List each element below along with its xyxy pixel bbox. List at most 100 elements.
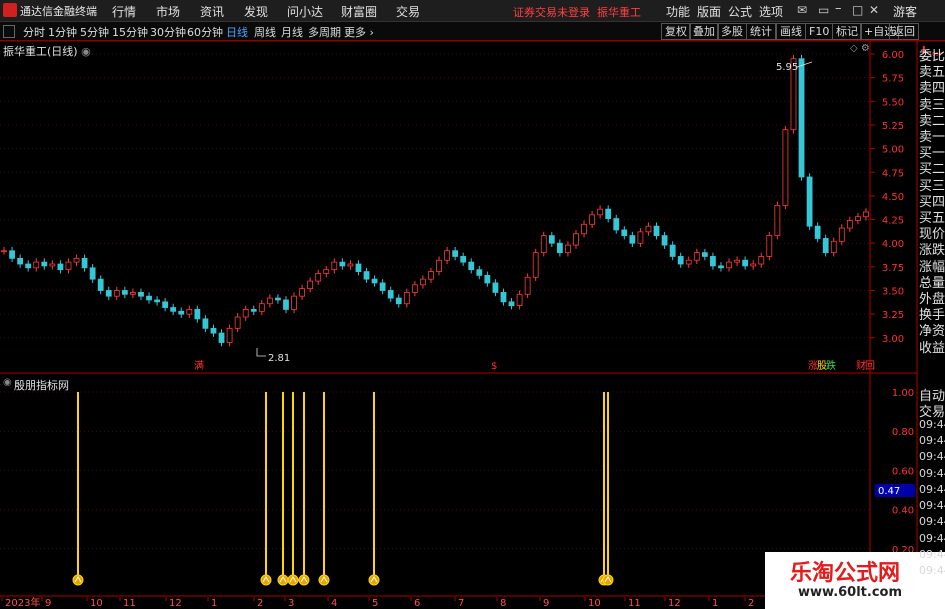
trade-time: 09:44: [919, 450, 945, 464]
candle-body: [65, 261, 72, 271]
candle-body: [9, 250, 15, 259]
menu-shichang[interactable]: 市场: [156, 3, 180, 20]
candle-body: [629, 235, 636, 244]
candle-body: [750, 263, 757, 267]
period-more[interactable]: 更多 ›: [344, 24, 374, 40]
huaxian-button[interactable]: 画线: [776, 23, 806, 40]
period-daily[interactable]: 日线: [226, 24, 248, 40]
candle-body: [154, 299, 160, 303]
toolbar-prev-icon[interactable]: [3, 25, 15, 38]
date-tick-label: 3: [288, 598, 294, 609]
price-tick-label: 5.00: [882, 145, 904, 156]
candle-body: [121, 290, 128, 295]
fuquan-button[interactable]: 复权: [661, 23, 691, 40]
candlestick-series: [1, 54, 869, 347]
period-15min[interactable]: 15分钟: [112, 24, 148, 40]
menu-zixun[interactable]: 资讯: [200, 3, 224, 20]
menu-caifuquan[interactable]: 财富圈: [341, 3, 377, 20]
indicator-tick-label: 0.40: [892, 506, 914, 517]
date-tick-label: 10: [588, 598, 601, 609]
minimize-icon[interactable]: ▭: [818, 3, 829, 17]
mail-icon[interactable]: ✉: [797, 3, 807, 17]
indicator-dropdown-icon[interactable]: ◉: [3, 377, 12, 388]
login-notice[interactable]: 证券交易未登录 振华重工: [513, 4, 641, 20]
candle-body: [701, 252, 708, 257]
candle-body: [452, 250, 459, 257]
candle-body: [548, 235, 555, 244]
candle-body: [89, 267, 96, 280]
period-5min[interactable]: 5分钟: [80, 24, 109, 40]
candle-body: [774, 204, 781, 237]
menu-hangqing[interactable]: 行情: [112, 3, 136, 20]
trade-time: 09:44: [919, 564, 945, 578]
menu-xuanxiang[interactable]: 选项: [759, 3, 783, 20]
candle-body: [347, 263, 354, 267]
candle-body: [57, 263, 64, 271]
menu-wenxiaoda[interactable]: 问小达: [287, 3, 323, 20]
candle-body: [718, 265, 724, 269]
user-label[interactable]: 游客: [893, 3, 917, 20]
trade-time: 09:44: [919, 499, 945, 513]
candle-body: [565, 244, 571, 254]
chart-options-icon[interactable]: ◇ ⚙: [850, 43, 870, 54]
biaoji-button[interactable]: 标记: [832, 23, 862, 40]
trade-time: 09:44: [919, 482, 945, 496]
date-tick-label: 1: [712, 598, 718, 609]
candle-body: [476, 269, 483, 276]
minimize-button[interactable]: –: [835, 1, 842, 16]
price-tick-label: 4.50: [882, 192, 904, 203]
candle-body: [49, 263, 56, 267]
event-marker: 回: [865, 360, 875, 372]
candle-body: [556, 242, 563, 254]
date-tick-label: 12: [668, 598, 681, 609]
candle-body: [693, 252, 700, 261]
candle-body: [258, 303, 265, 312]
candle-body: [266, 297, 273, 305]
candle-body: [186, 309, 193, 315]
candle-body: [81, 257, 88, 269]
date-tick-label: 12: [169, 598, 182, 609]
menu-banmian[interactable]: 版面: [697, 3, 721, 20]
indicator-axis: 1.000.800.600.400.20: [892, 388, 914, 556]
candle-body: [468, 261, 475, 271]
menu-gongshi[interactable]: 公式: [728, 3, 752, 20]
candle-body: [275, 297, 281, 301]
period-fenshi[interactable]: 分时: [23, 24, 45, 40]
back-button[interactable]: 返回: [889, 23, 919, 40]
trade-time: 09:44: [919, 515, 945, 529]
candle-body: [492, 282, 499, 293]
menu-jiaoyi[interactable]: 交易: [396, 3, 420, 20]
diejia-button[interactable]: 叠加: [689, 23, 719, 40]
close-icon[interactable]: ✕: [869, 3, 879, 17]
price-tick-label: 5.50: [882, 97, 904, 108]
period-1min[interactable]: 1分钟: [48, 24, 77, 40]
period-weekly[interactable]: 周线: [254, 24, 276, 40]
candle-body: [621, 229, 628, 237]
candle-body: [371, 278, 378, 284]
tongji-button[interactable]: 统计: [746, 23, 776, 40]
period-multi[interactable]: 多周期: [308, 24, 341, 40]
period-60min[interactable]: 60分钟: [187, 24, 223, 40]
duogu-button[interactable]: 多股: [717, 23, 747, 40]
date-axis: 2023年 9 10 11 12 1 2 3 4 5 6 7 8 9 10 11 12 1 2: [1, 596, 754, 609]
f10-button[interactable]: F10: [805, 23, 834, 40]
candle-body: [830, 240, 837, 254]
candle-body: [742, 259, 749, 267]
candle-body: [573, 233, 579, 246]
menu-faxian[interactable]: 发现: [244, 3, 268, 20]
price-tick-label: 4.25: [882, 216, 904, 227]
trade-time: 09:44: [919, 548, 945, 561]
kline-chart[interactable]: 6.00 5.75 5.50 5.25 5.00 4.75 4.50 4.25 4.00 3.75…: [0, 41, 945, 609]
candle-body: [814, 225, 821, 239]
app-name: 通达信金融终端: [20, 5, 97, 18]
indicator-tick-label: 0.80: [892, 427, 914, 438]
event-marker: 满: [194, 360, 204, 372]
low-price-label: 2.81: [268, 353, 290, 364]
period-30min[interactable]: 30分钟: [150, 24, 186, 40]
menu-gongneng[interactable]: 功能: [666, 3, 690, 20]
maximize-icon[interactable]: □: [852, 3, 863, 17]
candle-body: [291, 295, 297, 310]
period-monthly[interactable]: 月线: [281, 24, 303, 40]
dropdown-icon[interactable]: ◉: [81, 45, 91, 58]
candle-body: [661, 235, 668, 246]
